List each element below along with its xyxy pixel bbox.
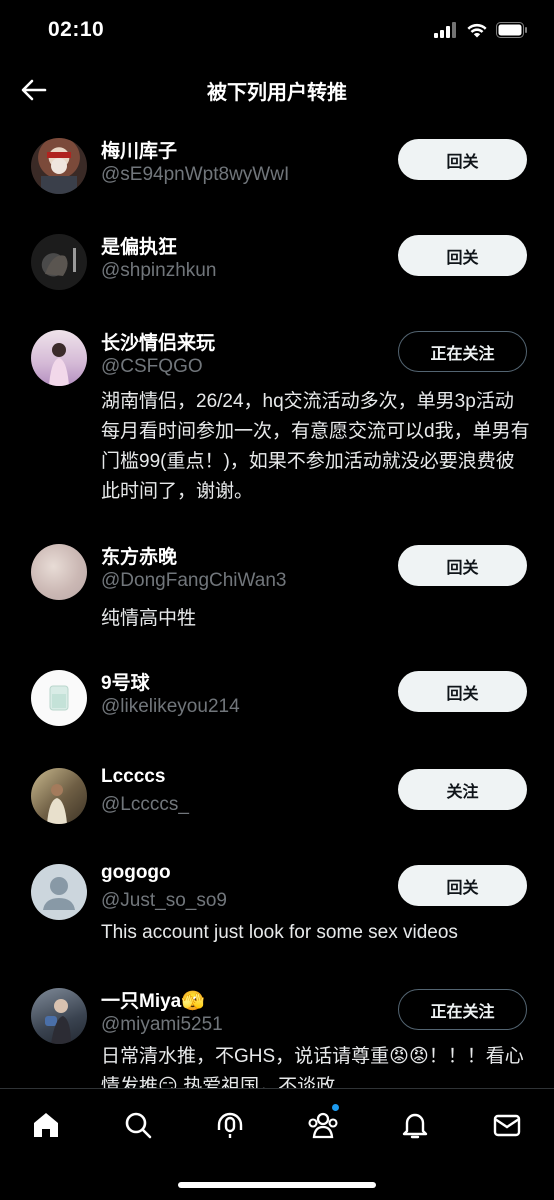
user-handle[interactable]: @DongFangChiWan3 — [101, 570, 286, 592]
follow-back-button[interactable]: 回关 — [398, 545, 527, 586]
top-nav: 被下列用户转推 — [0, 62, 554, 118]
page-title: 被下列用户转推 — [207, 82, 347, 104]
avatar[interactable] — [31, 330, 87, 386]
spaces-icon — [217, 1112, 243, 1138]
avatar-image-icon — [45, 999, 71, 1044]
avatar[interactable] — [31, 864, 87, 920]
avatar-image-icon — [47, 784, 67, 824]
list-item[interactable]: 梅川库子 @sE94pnWpt8wyWwI 回关 — [0, 134, 554, 224]
following-button[interactable]: 正在关注 — [398, 331, 527, 372]
follow-back-button[interactable]: 回关 — [398, 139, 527, 180]
list-item[interactable]: 是偏执狂 @shpinzhkun 回关 — [0, 230, 554, 320]
follow-back-button[interactable]: 回关 — [398, 671, 527, 712]
search-icon — [125, 1112, 152, 1139]
follow-back-button[interactable]: 回关 — [398, 235, 527, 276]
notifications-icon — [402, 1113, 428, 1139]
user-handle[interactable]: @Just_so_so9 — [101, 890, 227, 912]
tab-search[interactable] — [118, 1105, 158, 1145]
tab-notifications[interactable] — [395, 1105, 435, 1145]
follow-button[interactable]: 关注 — [398, 769, 527, 810]
avatar-image-icon — [49, 343, 69, 386]
list-item[interactable]: 东方赤晚 @DongFangChiWan3 回关 纯情高中牲 — [0, 540, 554, 650]
following-button[interactable]: 正在关注 — [398, 989, 527, 1030]
avatar[interactable] — [31, 768, 87, 824]
user-bio: 日常清水推，不GHS，说话请尊重😡😡！！！看心情发推😏 热爱祖国，不谈政 — [101, 1046, 524, 1088]
status-bar: 02:10 — [0, 0, 554, 62]
user-handle[interactable]: @shpinzhkun — [101, 260, 216, 282]
list-item[interactable]: 一只Miya🫣 @miyami5251 正在关注 日常清水推，不GHS，说话请尊… — [0, 984, 554, 1088]
avatar[interactable] — [31, 988, 87, 1044]
communities-icon — [308, 1112, 338, 1139]
retweeters-list: 梅川库子 @sE94pnWpt8wyWwI 回关 是偏执狂 @shpinzhku… — [0, 120, 554, 1088]
status-icons — [434, 22, 528, 38]
follow-back-button[interactable]: 回关 — [398, 865, 527, 906]
user-handle[interactable]: @sE94pnWpt8wyWwI — [101, 164, 289, 186]
list-item[interactable]: gogogo @Just_so_so9 回关 This account just… — [0, 860, 554, 980]
notification-dot — [332, 1104, 339, 1111]
user-name[interactable]: Lccccs — [101, 766, 165, 788]
user-name[interactable]: 东方赤晚 — [101, 542, 177, 569]
user-handle[interactable]: @Lccccs_ — [101, 794, 189, 816]
tab-home[interactable] — [26, 1105, 66, 1145]
default-avatar-icon — [43, 877, 75, 910]
wifi-icon — [467, 23, 487, 38]
avatar[interactable] — [31, 234, 87, 290]
tab-spaces[interactable] — [210, 1105, 250, 1145]
messages-icon — [493, 1114, 521, 1137]
bottom-tab-bar — [0, 1088, 554, 1200]
avatar[interactable] — [31, 138, 87, 194]
user-handle[interactable]: @miyami5251 — [101, 1014, 223, 1036]
home-icon — [34, 1113, 58, 1137]
user-name[interactable]: 一只Miya🫣 — [101, 986, 205, 1013]
tab-messages[interactable] — [487, 1105, 527, 1145]
user-bio: 湖南情侣，26/24，hq交流活动多次，单男3p活动每月看时间参加一次，有意愿交… — [101, 391, 530, 502]
tab-communities[interactable] — [303, 1104, 343, 1145]
list-item[interactable]: 长沙情侣来玩 @CSFQGO 正在关注 湖南情侣，26/24，hq交流活动多次，… — [0, 326, 554, 516]
list-item[interactable]: Lccccs @Lccccs_ 关注 — [0, 764, 554, 854]
user-name[interactable]: gogogo — [101, 862, 171, 884]
avatar-image-icon — [49, 685, 69, 711]
avatar[interactable] — [31, 670, 87, 726]
list-item[interactable]: 9号球 @likelikeyou214 回关 — [0, 666, 554, 756]
user-handle[interactable]: @likelikeyou214 — [101, 696, 240, 718]
signal-icon — [434, 22, 456, 38]
battery-icon — [496, 22, 527, 38]
user-name[interactable]: 梅川库子 — [101, 136, 177, 163]
avatar-image-icon — [45, 248, 76, 276]
user-bio: This account just look for some sex vide… — [101, 922, 458, 943]
user-name[interactable]: 是偏执狂 — [101, 232, 177, 259]
user-name[interactable]: 长沙情侣来玩 — [101, 328, 215, 355]
home-indicator[interactable] — [178, 1182, 376, 1188]
user-handle[interactable]: @CSFQGO — [101, 356, 203, 378]
avatar-image-icon — [41, 152, 77, 194]
user-name[interactable]: 9号球 — [101, 668, 150, 695]
status-time: 02:10 — [48, 18, 105, 41]
avatar[interactable] — [31, 544, 87, 600]
user-bio: 纯情高中牲 — [101, 608, 197, 629]
